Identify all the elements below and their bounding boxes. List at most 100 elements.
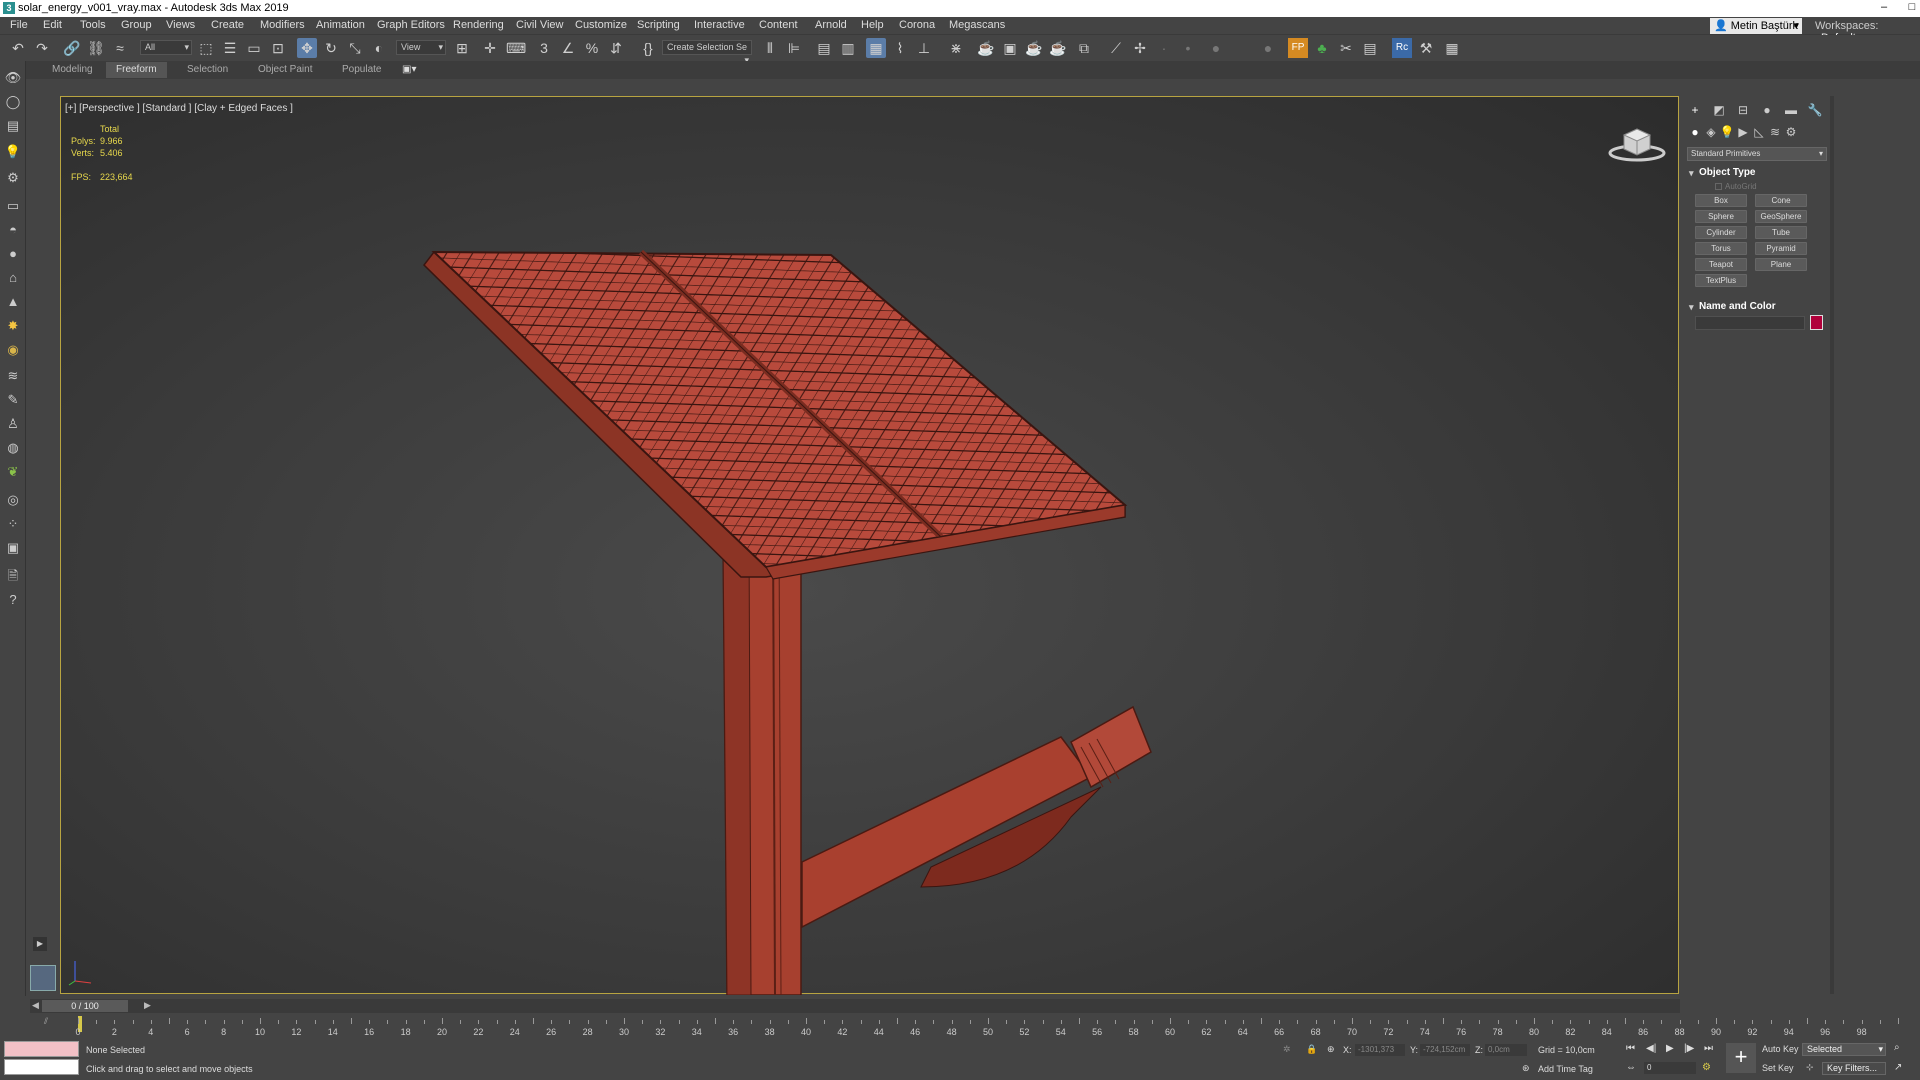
box-button[interactable]: Box	[1695, 194, 1747, 207]
time-tag-icon[interactable]: ⊛	[1522, 1063, 1530, 1074]
absolute-mode-icon[interactable]: ⊕	[1327, 1044, 1335, 1055]
track-bar[interactable]: ⫽ 0 2 4 6 8 10 12 14 16 18 20 22 24 26 28 30 32 34 36 38 40 4…	[30, 1014, 1920, 1040]
selection-filter-dropdown[interactable]: All ▾	[140, 40, 192, 55]
schematic-view-icon[interactable]: ⊥	[914, 38, 934, 58]
bind-spacewarp-icon[interactable]: ≈	[110, 38, 130, 58]
pyramid-button[interactable]: Pyramid	[1755, 242, 1807, 255]
dot-icon-1[interactable]: ·	[1154, 38, 1174, 58]
menu-file[interactable]: File	[10, 19, 28, 31]
display-tab-icon[interactable]: ▬	[1783, 102, 1799, 118]
menu-group[interactable]: Group	[121, 19, 152, 31]
sun-icon[interactable]: ✸	[4, 317, 22, 335]
tab-freeform[interactable]: Freeform	[106, 62, 167, 78]
hair-icon[interactable]: ≋	[4, 367, 22, 385]
select-scale-icon[interactable]: ⤡	[345, 38, 365, 58]
menu-graph-editors[interactable]: Graph Editors	[377, 19, 445, 31]
name-and-color-header[interactable]: Name and Color	[1687, 300, 1827, 314]
tab-modeling[interactable]: Modeling	[52, 64, 93, 75]
minimize-button[interactable]: –	[1870, 0, 1898, 17]
rect-selection-icon[interactable]: ▭	[244, 38, 264, 58]
link-icon[interactable]: 🔗	[62, 38, 82, 58]
modify-tab-icon[interactable]: ◩	[1711, 102, 1727, 118]
torus-button[interactable]: Torus	[1695, 242, 1747, 255]
plant-icon[interactable]: ❦	[4, 463, 22, 481]
systems-icon[interactable]: ⚙	[1783, 124, 1799, 140]
tab-object-paint[interactable]: Object Paint	[258, 64, 312, 75]
redo-icon[interactable]: ↷	[32, 38, 52, 58]
prev-key-icon[interactable]: ◀|	[1646, 1043, 1656, 1054]
helpers-icon[interactable]: ◺	[1751, 124, 1767, 140]
play-icon[interactable]: ▶	[1666, 1043, 1674, 1054]
edit-named-selection-icon[interactable]: {}	[638, 38, 658, 58]
sphere-button[interactable]: Sphere	[1695, 210, 1747, 223]
cylinder-button[interactable]: Cylinder	[1695, 226, 1747, 239]
table-icon[interactable]: ▤	[1360, 38, 1380, 58]
render-production-icon[interactable]: ☕	[1024, 38, 1044, 58]
curve-editor-icon[interactable]: ⌇	[890, 38, 910, 58]
menu-create[interactable]: Create	[211, 19, 244, 31]
tab-populate[interactable]: Populate	[342, 64, 381, 75]
key-mode-dropdown[interactable]: Selected ▾	[1802, 1043, 1886, 1056]
mirror-icon[interactable]: ⫴	[760, 38, 780, 58]
menu-scripting[interactable]: Scripting	[637, 19, 680, 31]
select-by-name-icon[interactable]: ☰	[220, 38, 240, 58]
select-object-icon[interactable]: ⬚	[196, 38, 216, 58]
object-color-swatch[interactable]	[1810, 315, 1823, 330]
manipulate-icon[interactable]: ✛	[480, 38, 500, 58]
track-bar-toggle-icon[interactable]: ⫽	[44, 1016, 48, 1027]
teapot-button[interactable]: Teapot	[1695, 258, 1747, 271]
menu-modifiers[interactable]: Modifiers	[260, 19, 305, 31]
select-move-icon[interactable]: ✥	[297, 38, 317, 58]
window-crossing-icon[interactable]: ⊡	[268, 38, 288, 58]
render-iterative-icon[interactable]: ☕	[1048, 38, 1068, 58]
shapes-icon[interactable]: ◈	[1703, 124, 1719, 140]
spacewarps-icon[interactable]: ≋	[1767, 124, 1783, 140]
maxscript-listener-input[interactable]	[4, 1041, 79, 1057]
current-frame-input[interactable]: 0	[1644, 1062, 1696, 1074]
auto-key-button[interactable]: Auto Key	[1762, 1043, 1799, 1056]
railclone-icon[interactable]: ♣	[1312, 38, 1332, 58]
prev-frame-arrow-icon[interactable]: ◀	[32, 1000, 39, 1011]
sliders-icon[interactable]: ⚙	[4, 169, 22, 187]
menu-animation[interactable]: Animation	[316, 19, 365, 31]
wrench-icon[interactable]: ⚒	[1416, 38, 1436, 58]
ribbon-options-icon[interactable]: ▣▾	[402, 64, 416, 75]
key-mode-toggle-icon[interactable]: ⇔	[1626, 1062, 1636, 1073]
brush-icon[interactable]: ✎	[4, 391, 22, 409]
x-coordinate[interactable]: -1301,373	[1355, 1044, 1405, 1056]
lasso-icon[interactable]: ◯	[4, 93, 22, 111]
cameras-icon[interactable]: ▶	[1735, 124, 1751, 140]
cone-icon[interactable]: ▲	[4, 293, 22, 311]
disc-icon[interactable]: ◉	[4, 341, 22, 359]
placement-icon[interactable]: ◐	[369, 38, 389, 58]
scene-explorer-icon[interactable]: ▦	[866, 38, 886, 58]
tab-selection[interactable]: Selection	[187, 64, 228, 75]
help-icon[interactable]: ?	[4, 591, 22, 609]
perspective-viewport[interactable]: [+] [Perspective ] [Standard ] [Clay + E…	[60, 96, 1679, 995]
time-slider-thumb[interactable]: 0 / 100	[42, 1000, 128, 1012]
camera-icon[interactable]: ▣	[4, 539, 22, 557]
percent-snap-icon[interactable]: %	[582, 38, 602, 58]
set-key-big-button[interactable]: +	[1726, 1043, 1756, 1073]
menu-rendering[interactable]: Rendering	[453, 19, 504, 31]
sphere-icon[interactable]: ●	[4, 245, 22, 263]
user-account-dropdown[interactable]: 👤 Metin Baştürk ▾	[1710, 18, 1802, 34]
snap-toggle-icon[interactable]: 3	[534, 38, 554, 58]
zoom-icon[interactable]: ⌕	[1894, 1042, 1900, 1053]
box-icon[interactable]: ▭	[4, 197, 22, 215]
hemisphere-icon[interactable]: ◓	[4, 221, 22, 239]
lock-icon[interactable]: 🔒	[1306, 1044, 1317, 1055]
render-sphere-icon[interactable]: ◎	[4, 491, 22, 509]
toggle-ribbon-icon[interactable]: ▥	[838, 38, 858, 58]
pivot-center-icon[interactable]: ⊞	[452, 38, 472, 58]
unlink-icon[interactable]: ⛓	[86, 38, 106, 58]
y-coordinate[interactable]: -724,152cm	[1420, 1044, 1470, 1056]
menu-megascans[interactable]: Megascans	[949, 19, 1005, 31]
dot-icon-2[interactable]: •	[1178, 38, 1198, 58]
dot-icon-4[interactable]: ●	[1258, 38, 1278, 58]
utilities-tab-icon[interactable]: 🔧	[1807, 102, 1823, 118]
undo-icon[interactable]: ↶	[8, 38, 28, 58]
menu-corona[interactable]: Corona	[899, 19, 935, 31]
cone-button[interactable]: Cone	[1755, 194, 1807, 207]
z-coordinate[interactable]: 0,0cm	[1485, 1044, 1527, 1056]
